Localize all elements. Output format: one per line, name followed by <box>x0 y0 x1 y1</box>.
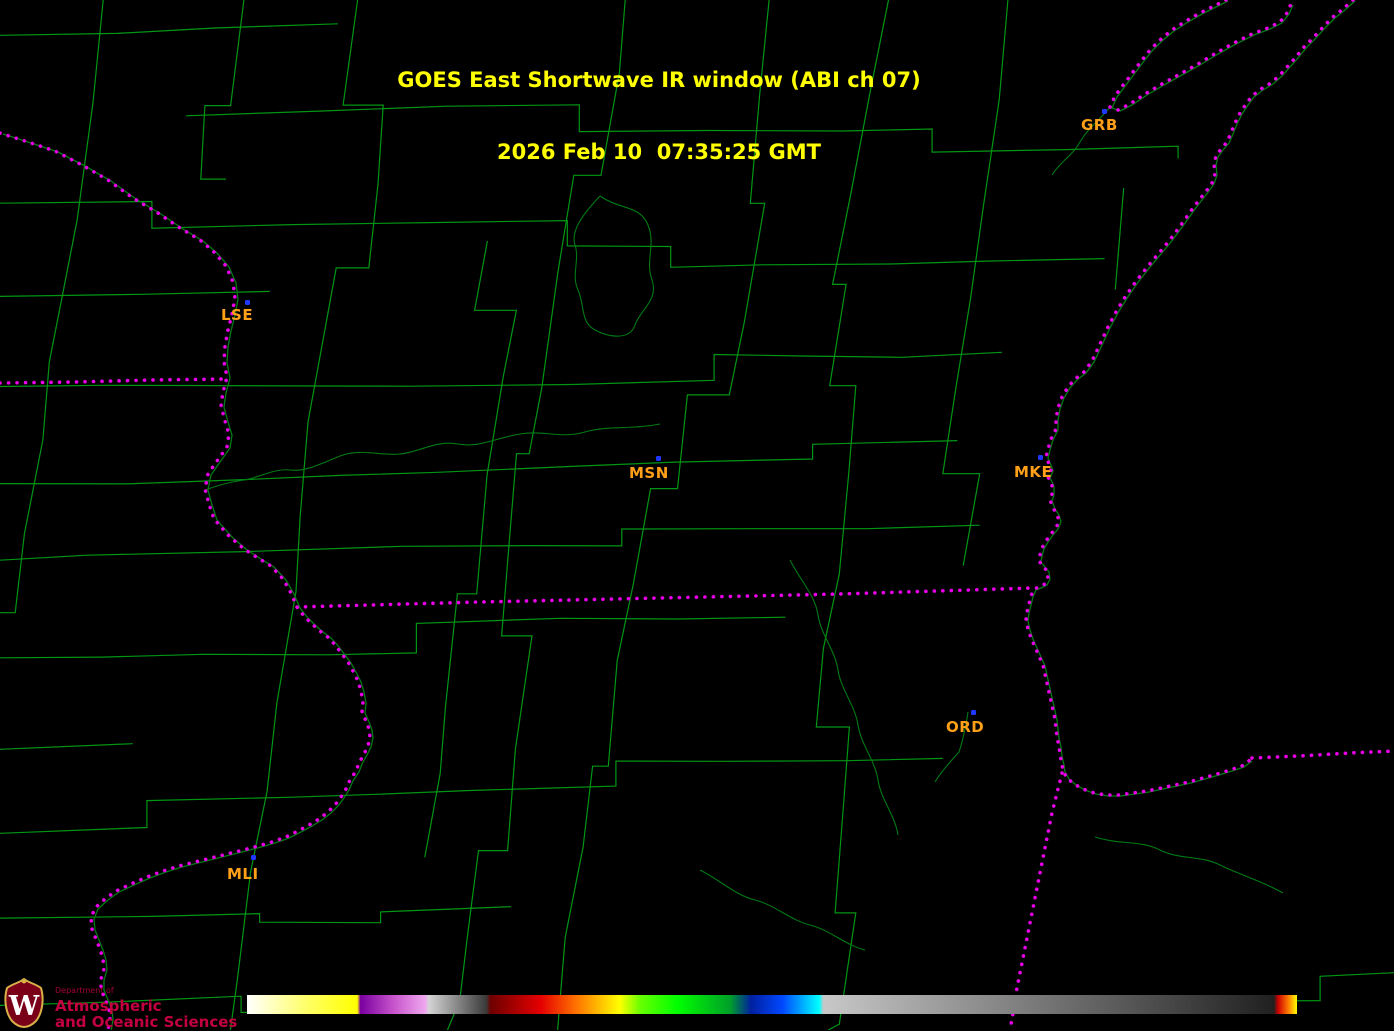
state-border-in-mi <box>1252 751 1394 758</box>
station-label-grb: GRB <box>1081 116 1118 134</box>
state-border-wi-il <box>297 588 1033 607</box>
station-dot-mli <box>251 855 256 860</box>
title-line-product: GOES East Shortwave IR window (ABI ch 07… <box>397 68 920 92</box>
county-line <box>943 0 1008 566</box>
shoreline-border-lake-michigan <box>1026 0 1353 795</box>
crest-letter: W <box>8 991 40 1022</box>
station-label-mli: MLI <box>227 865 259 883</box>
county-line <box>425 241 517 857</box>
shoreline-mississippi <box>3 134 373 1030</box>
river-wisconsin <box>206 424 660 490</box>
logo-text: Department of Atmospheric and Oceanic Sc… <box>55 978 237 1030</box>
station-label-lse: LSE <box>221 306 253 324</box>
temperature-colorbar <box>247 995 1297 1014</box>
logo-name-line2: and Oceanic Sciences <box>55 1014 237 1030</box>
station-dot-lse <box>245 300 250 305</box>
shoreline-lake-michigan <box>1028 1 1355 796</box>
logo-name-line1: Atmospheric <box>55 998 237 1014</box>
county-line <box>0 758 943 833</box>
satellite-image-viewport: GRB LSE MSN MKE ORD MLI GOES East Shortwave I… <box>0 0 1394 1030</box>
river-kankakee <box>1095 837 1283 893</box>
title-line-timestamp: 2026 Feb 10 07:35:25 GMT <box>397 140 920 164</box>
county-line <box>0 24 338 36</box>
state-border-il-in <box>1010 773 1062 1030</box>
station-dot-msn <box>656 456 661 461</box>
station-dot-mke <box>1038 455 1043 460</box>
county-line <box>0 291 270 296</box>
county-line <box>0 352 1002 386</box>
station-label-msn: MSN <box>629 464 669 482</box>
station-label-ord: ORD <box>946 718 984 736</box>
uw-aos-logo: W Department of Atmospheric and Oceanic … <box>2 978 237 1030</box>
uw-crest-icon: W <box>2 978 46 1028</box>
station-dot-grb <box>1102 109 1107 114</box>
river-flowage <box>574 196 654 336</box>
state-border-mn-ia <box>0 379 226 383</box>
river-illinois <box>700 870 865 950</box>
station-dot-ord <box>971 710 976 715</box>
county-line <box>1115 188 1123 289</box>
shoreline-green-bay <box>1112 1 1293 111</box>
county-line <box>0 525 980 560</box>
image-title: GOES East Shortwave IR window (ABI ch 07… <box>397 20 920 212</box>
state-border-mississippi-river <box>0 133 370 1030</box>
county-line <box>0 744 133 750</box>
logo-dept-label: Department of <box>55 987 237 995</box>
county-line <box>0 907 511 923</box>
station-label-mke: MKE <box>1014 463 1052 481</box>
county-line <box>0 617 785 658</box>
county-line <box>0 441 957 484</box>
shoreline-border-green-bay <box>1110 0 1291 110</box>
crest-finial <box>22 979 27 984</box>
